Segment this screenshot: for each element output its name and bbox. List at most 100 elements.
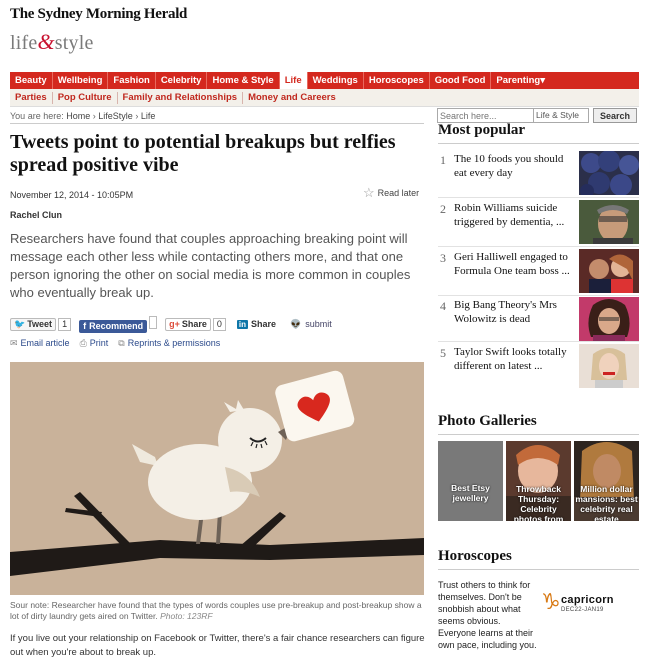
email-article-label: Email article (20, 338, 70, 348)
photo-credit: Photo: 123RF (160, 611, 213, 621)
most-popular-rank: 2 (440, 202, 446, 216)
divider (438, 295, 639, 296)
search-scope-select[interactable]: Life & Style (534, 108, 589, 123)
gallery-label: Throwback Thursday: Celebrity photos fro… (513, 484, 564, 521)
most-popular-title[interactable]: Big Bang Theory's Mrs Wolowitz is dead (454, 298, 574, 326)
gallery-item[interactable]: Best Etsy jewellery (438, 441, 503, 521)
most-popular-title[interactable]: The 10 foods you should eat every day (454, 152, 574, 180)
subnav-item-parties[interactable]: Parties (10, 91, 53, 104)
horoscope-sign-name: capricorn (561, 594, 614, 606)
search-input[interactable] (437, 108, 534, 123)
breadcrumb: You are here: Home › LifeStyle › Life (10, 111, 155, 121)
nav-item-horoscopes[interactable]: Horoscopes (364, 72, 430, 89)
breadcrumb-separator: › (135, 111, 139, 121)
photo-galleries-heading: Photo Galleries (438, 413, 537, 429)
nav-item-life[interactable]: Life (279, 72, 308, 89)
divider (438, 143, 639, 144)
subnav-item-family[interactable]: Family and Relationships (118, 91, 244, 104)
horoscope-text: Trust others to think for themselves. Do… (438, 580, 537, 650)
reddit-icon: 👽 (290, 318, 302, 329)
chevron-down-icon: ▾ (540, 75, 545, 86)
reprints-icon: ⧉ (118, 338, 125, 348)
most-popular-rank: 5 (440, 346, 446, 360)
linkedin-share-label: Share (251, 319, 277, 330)
search-button[interactable]: Search (593, 108, 637, 123)
main-nav: Beauty Wellbeing Fashion Celebrity Home … (10, 72, 639, 89)
nav-item-home-style[interactable]: Home & Style (207, 72, 280, 89)
breadcrumb-life[interactable]: Life (141, 111, 156, 121)
email-article-link[interactable]: ✉ Email article (10, 338, 70, 349)
nav-item-fashion[interactable]: Fashion (108, 72, 156, 89)
subnav-item-pop-culture[interactable]: Pop Culture (53, 91, 118, 104)
tweet-button[interactable]: 🐦 Tweet (10, 317, 57, 331)
portrait-thumbnail[interactable] (579, 200, 639, 244)
most-popular-title[interactable]: Robin Williams suicide triggered by deme… (454, 201, 574, 229)
gallery-item[interactable]: Million dollar mansions: best celebrity … (574, 441, 639, 521)
nav-item-weddings[interactable]: Weddings (308, 72, 364, 89)
print-link[interactable]: ⎙ Print (80, 338, 109, 349)
most-popular-item[interactable]: 4 Big Bang Theory's Mrs Wolowitz is dead (438, 297, 639, 343)
most-popular-item[interactable]: 1 The 10 foods you should eat every day (438, 151, 639, 197)
most-popular-item[interactable]: 5 Taylor Swift looks totally different o… (438, 344, 639, 390)
most-popular-item[interactable]: 3 Geri Halliwell engaged to Formula One … (438, 249, 639, 295)
most-popular-heading: Most popular (438, 122, 526, 138)
breadcrumb-home[interactable]: Home (66, 111, 90, 121)
nav-item-parenting-label: Parenting (496, 75, 541, 86)
tweet-label: Tweet (27, 319, 53, 330)
sub-nav: Parties Pop Culture Family and Relations… (10, 89, 639, 107)
divider (438, 569, 639, 570)
read-later-button[interactable]: ☆ Read later (363, 186, 419, 199)
tweet-group: 🐦 Tweet 1 (10, 317, 72, 331)
email-icon: ✉ (10, 338, 18, 348)
couple-thumbnail[interactable] (579, 249, 639, 293)
most-popular-rank: 4 (440, 299, 446, 313)
capricorn-icon: ♑ (541, 590, 561, 615)
section-logo-left: life (10, 32, 38, 54)
google-plus-count: 0 (212, 318, 226, 331)
gallery-label: Million dollar mansions: best celebrity … (575, 484, 638, 521)
divider (438, 341, 639, 342)
portrait-thumbnail[interactable] (579, 297, 639, 341)
blueberries-thumbnail[interactable] (579, 151, 639, 195)
horoscope-sign-link[interactable]: ♑ capricorn DEC22-JAN19 (541, 590, 639, 620)
gallery-item[interactable]: Throwback Thursday: Celebrity photos fro… (506, 441, 571, 521)
reprints-link[interactable]: ⧉ Reprints & permissions (118, 338, 220, 349)
search-bar: Life & Style Search (437, 108, 639, 123)
facebook-recommend-button[interactable]: f Recommend (79, 319, 148, 333)
breadcrumb-lifestyle[interactable]: LifeStyle (98, 111, 133, 121)
subnav-item-money[interactable]: Money and Careers (243, 92, 341, 104)
newspaper-logo[interactable]: The Sydney Morning Herald (10, 6, 187, 23)
divider (10, 123, 424, 124)
article-intro: Researchers have found that couples appr… (10, 231, 411, 300)
most-popular-title[interactable]: Taylor Swift looks totally different on … (454, 345, 574, 373)
divider (438, 246, 639, 247)
google-plus-icon: g+ (169, 319, 180, 329)
horoscope-sign-dates: DEC22-JAN19 (561, 607, 604, 613)
portrait-thumbnail[interactable] (579, 344, 639, 388)
masthead[interactable]: The Sydney Morning Herald life&style (10, 6, 187, 55)
twitter-icon: 🐦 (14, 318, 26, 329)
article-author[interactable]: Rachel Clun (10, 210, 62, 220)
bird-heart-illustration (10, 362, 424, 595)
nav-item-wellbeing[interactable]: Wellbeing (53, 72, 109, 89)
submit-label: submit (305, 319, 332, 330)
horoscopes-heading: Horoscopes (438, 548, 512, 564)
most-popular-item[interactable]: 2 Robin Williams suicide triggered by de… (438, 200, 639, 246)
reddit-submit-button[interactable]: 👽 submit (287, 318, 335, 331)
article-date: November 12, 2014 - 10:05PM (10, 190, 134, 200)
star-icon: ☆ (363, 185, 375, 200)
nav-item-parenting[interactable]: Parenting▾ (491, 72, 550, 89)
most-popular-title[interactable]: Geri Halliwell engaged to Formula One te… (454, 250, 574, 278)
nav-item-beauty[interactable]: Beauty (10, 72, 53, 89)
google-share-label: Share (181, 319, 207, 329)
divider (438, 434, 639, 435)
social-share-bar: 🐦 Tweet 1 f Recommend g+ Share 0 in Share 👽 sub… (10, 316, 335, 333)
article-actions: ✉ Email article ⎙ Print ⧉ Reprints & permis… (10, 338, 220, 349)
google-plus-share-button[interactable]: g+ Share (165, 317, 211, 331)
section-logo[interactable]: life&style (10, 29, 187, 55)
print-icon: ⎙ (79, 338, 87, 348)
section-logo-amp: & (37, 29, 55, 54)
nav-item-celebrity[interactable]: Celebrity (156, 72, 208, 89)
linkedin-share-button[interactable]: in Share (234, 318, 279, 331)
nav-item-good-food[interactable]: Good Food (430, 72, 492, 89)
